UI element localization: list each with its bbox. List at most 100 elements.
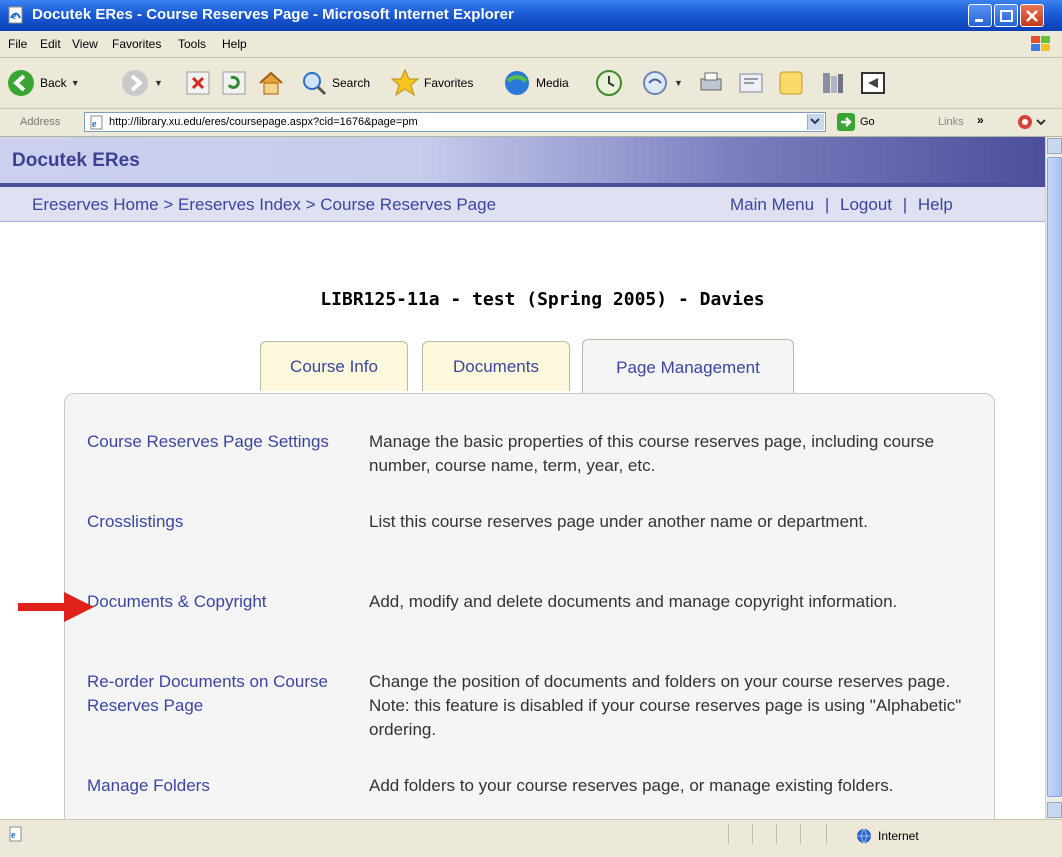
globe-icon: [857, 828, 871, 844]
research-button[interactable]: [818, 66, 848, 100]
back-arrow-icon: [8, 70, 34, 96]
scroll-up-button[interactable]: [1047, 138, 1062, 154]
tab-page-management[interactable]: Page Management: [582, 339, 794, 395]
nav-separator: |: [902, 195, 908, 214]
refresh-button[interactable]: [220, 66, 248, 100]
stop-icon: [186, 71, 210, 95]
address-label: Address: [20, 116, 61, 128]
page-content: Docutek ERes Ereserves Home > Ereserves …: [0, 137, 1045, 819]
status-divider: [728, 824, 729, 844]
svg-text:e: e: [12, 11, 17, 22]
history-button[interactable]: [594, 66, 624, 100]
nav-separator: |: [824, 195, 830, 214]
breadcrumb-home[interactable]: Ereserves Home: [32, 195, 159, 214]
close-button[interactable]: [1020, 4, 1044, 27]
links-chevron-icon[interactable]: »: [977, 113, 984, 127]
menu-bar: File Edit View Favorites Tools Help: [0, 31, 1062, 58]
mail-icon: [643, 71, 667, 95]
site-banner: Docutek ERes: [0, 137, 1045, 183]
refresh-icon: [222, 71, 246, 95]
ie-page-icon: e: [8, 6, 23, 24]
course-title: LIBR125-11a - test (Spring 2005) - Davie…: [0, 289, 1045, 310]
minimize-icon: [975, 19, 983, 22]
address-dropdown-button[interactable]: [807, 114, 824, 130]
menu-view[interactable]: View: [72, 37, 98, 51]
help-link[interactable]: Help: [918, 195, 953, 214]
tab-label: Documents: [453, 356, 539, 376]
maximize-button[interactable]: [994, 4, 1018, 27]
stop-button[interactable]: [184, 66, 212, 100]
vertical-scrollbar[interactable]: [1045, 137, 1062, 819]
extra-tools-icon[interactable]: [1015, 112, 1055, 132]
tab-course-info[interactable]: Course Info: [260, 341, 408, 391]
minimize-button[interactable]: [968, 4, 992, 27]
scroll-down-button[interactable]: [1047, 802, 1062, 818]
status-divider: [800, 824, 801, 844]
back-label: Back: [40, 76, 67, 90]
logout-link[interactable]: Logout: [840, 195, 892, 214]
documents-copyright-link[interactable]: Documents & Copyright: [87, 590, 352, 614]
manage-folders-link[interactable]: Manage Folders: [87, 774, 352, 798]
item-description: Manage the basic properties of this cour…: [369, 432, 935, 475]
page-icon: e: [90, 115, 103, 130]
window-icon: [861, 72, 885, 94]
ie-window: e Docutek ERes - Course Reserves Page - …: [0, 0, 1062, 857]
title-bar[interactable]: e Docutek ERes - Course Reserves Page - …: [0, 0, 1062, 31]
status-divider: [752, 824, 753, 844]
chevron-down-icon: [810, 118, 820, 125]
address-input[interactable]: e http://library.xu.edu/eres/coursepage.…: [84, 112, 826, 132]
course-settings-link[interactable]: Course Reserves Page Settings: [87, 430, 352, 454]
tab-documents[interactable]: Documents: [422, 341, 570, 391]
breadcrumb-index[interactable]: Ereserves Index: [178, 195, 301, 214]
home-button[interactable]: [256, 66, 286, 100]
zone-label: Internet: [878, 829, 919, 843]
item-description: List this course reserves page under ano…: [369, 512, 868, 531]
toolbar: Back ▼ ▼ Search Favorites Media ▼: [0, 58, 1062, 109]
links-label[interactable]: Links: [938, 116, 964, 128]
menu-favorites[interactable]: Favorites: [112, 37, 161, 51]
mail-button[interactable]: ▼: [640, 66, 683, 100]
discuss-button[interactable]: [776, 66, 806, 100]
maximize-icon: [1000, 10, 1013, 22]
menu-help[interactable]: Help: [222, 37, 247, 51]
chevron-down-icon[interactable]: ▼: [154, 78, 163, 88]
course-code: LIBR125-11a - test (Spring 2005) - Davie…: [320, 289, 765, 310]
item-description: Change the position of documents and fol…: [369, 672, 962, 739]
address-bar: Address e http://library.xu.edu/eres/cou…: [0, 109, 1062, 137]
status-divider: [826, 824, 827, 844]
forward-arrow-icon: [122, 70, 148, 96]
page-done-icon: e: [9, 826, 22, 842]
edit-icon: [739, 73, 763, 93]
main-menu-link[interactable]: Main Menu: [730, 195, 814, 214]
search-icon: [303, 72, 327, 96]
windows-logo-icon: [1031, 36, 1050, 51]
search-label: Search: [332, 76, 371, 90]
forward-button[interactable]: ▼: [120, 66, 163, 100]
media-button[interactable]: Media: [502, 66, 569, 100]
chevron-down-icon[interactable]: ▼: [674, 78, 683, 88]
search-button[interactable]: Search: [300, 66, 370, 100]
crosslistings-link[interactable]: Crosslistings: [87, 510, 352, 534]
star-icon: [390, 68, 420, 97]
user-nav: Main Menu | Logout | Help: [730, 195, 953, 215]
print-button[interactable]: [696, 66, 726, 100]
reorder-documents-link[interactable]: Re-order Documents on Course Reserves Pa…: [87, 670, 352, 718]
menu-edit[interactable]: Edit: [40, 37, 61, 51]
back-button[interactable]: Back ▼: [6, 66, 80, 100]
svg-text:e: e: [11, 830, 16, 841]
messenger-button[interactable]: [858, 66, 888, 100]
favorites-button[interactable]: Favorites: [390, 66, 473, 100]
tab-label: Course Info: [290, 356, 378, 376]
edit-button[interactable]: [736, 66, 766, 100]
favorites-label: Favorites: [424, 76, 474, 90]
menu-tools[interactable]: Tools: [178, 37, 206, 51]
breadcrumb-current: Course Reserves Page: [320, 195, 497, 214]
go-label: Go: [860, 116, 875, 128]
chevron-down-icon[interactable]: ▼: [71, 78, 80, 88]
menu-file[interactable]: File: [8, 37, 27, 51]
breadcrumb-separator: >: [305, 195, 316, 214]
go-button[interactable]: Go: [836, 112, 875, 132]
site-brand[interactable]: Docutek ERes: [12, 150, 140, 172]
scroll-thumb[interactable]: [1047, 157, 1062, 797]
history-icon: [596, 70, 622, 96]
